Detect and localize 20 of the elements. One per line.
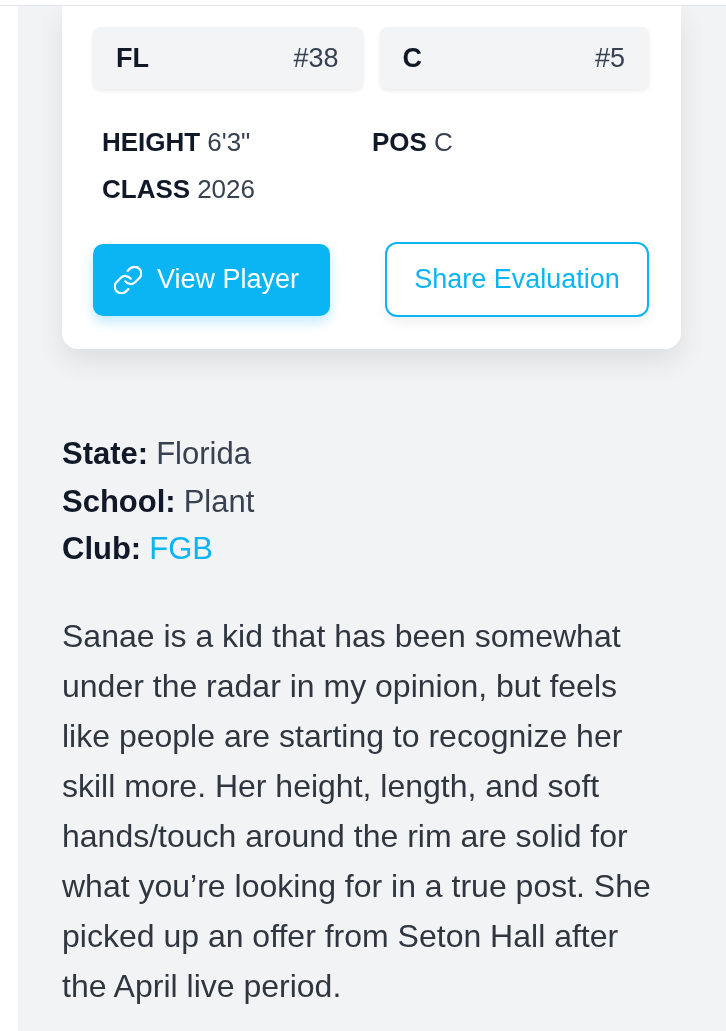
field-label: HEIGHT bbox=[102, 127, 201, 157]
detail-label: School: bbox=[62, 483, 176, 519]
view-player-button[interactable]: View Player bbox=[93, 243, 330, 316]
club-link[interactable]: FGB bbox=[149, 531, 213, 566]
field-value: 6'3" bbox=[207, 127, 251, 157]
chip-label: C bbox=[402, 41, 422, 75]
detail-value: Florida bbox=[156, 436, 251, 471]
field-value: 2026 bbox=[197, 174, 255, 204]
detail-label: Club: bbox=[62, 531, 142, 566]
field-label: POS bbox=[372, 127, 427, 157]
field-value: C bbox=[433, 127, 453, 157]
evaluation-text: Sanae is a kid that has been somewhat under the radar in my opinion, but feels like people are starting to recognize her skill more. Her height, length, and soft hands/touch around the rim are solid for what you’re looking for in a true post. She picked up an offer from Seton Hall after the April live period. bbox=[62, 616, 652, 1006]
detail-value: Plant bbox=[183, 483, 255, 519]
chip-number: #5 bbox=[594, 41, 625, 75]
detail-label: State: bbox=[62, 436, 149, 471]
field-label: CLASS bbox=[102, 174, 191, 204]
share-button[interactable]: Share Evaluation bbox=[385, 242, 649, 317]
chip-number: #38 bbox=[293, 41, 339, 75]
link-icon bbox=[114, 265, 142, 294]
chip-label: FL bbox=[116, 41, 149, 75]
